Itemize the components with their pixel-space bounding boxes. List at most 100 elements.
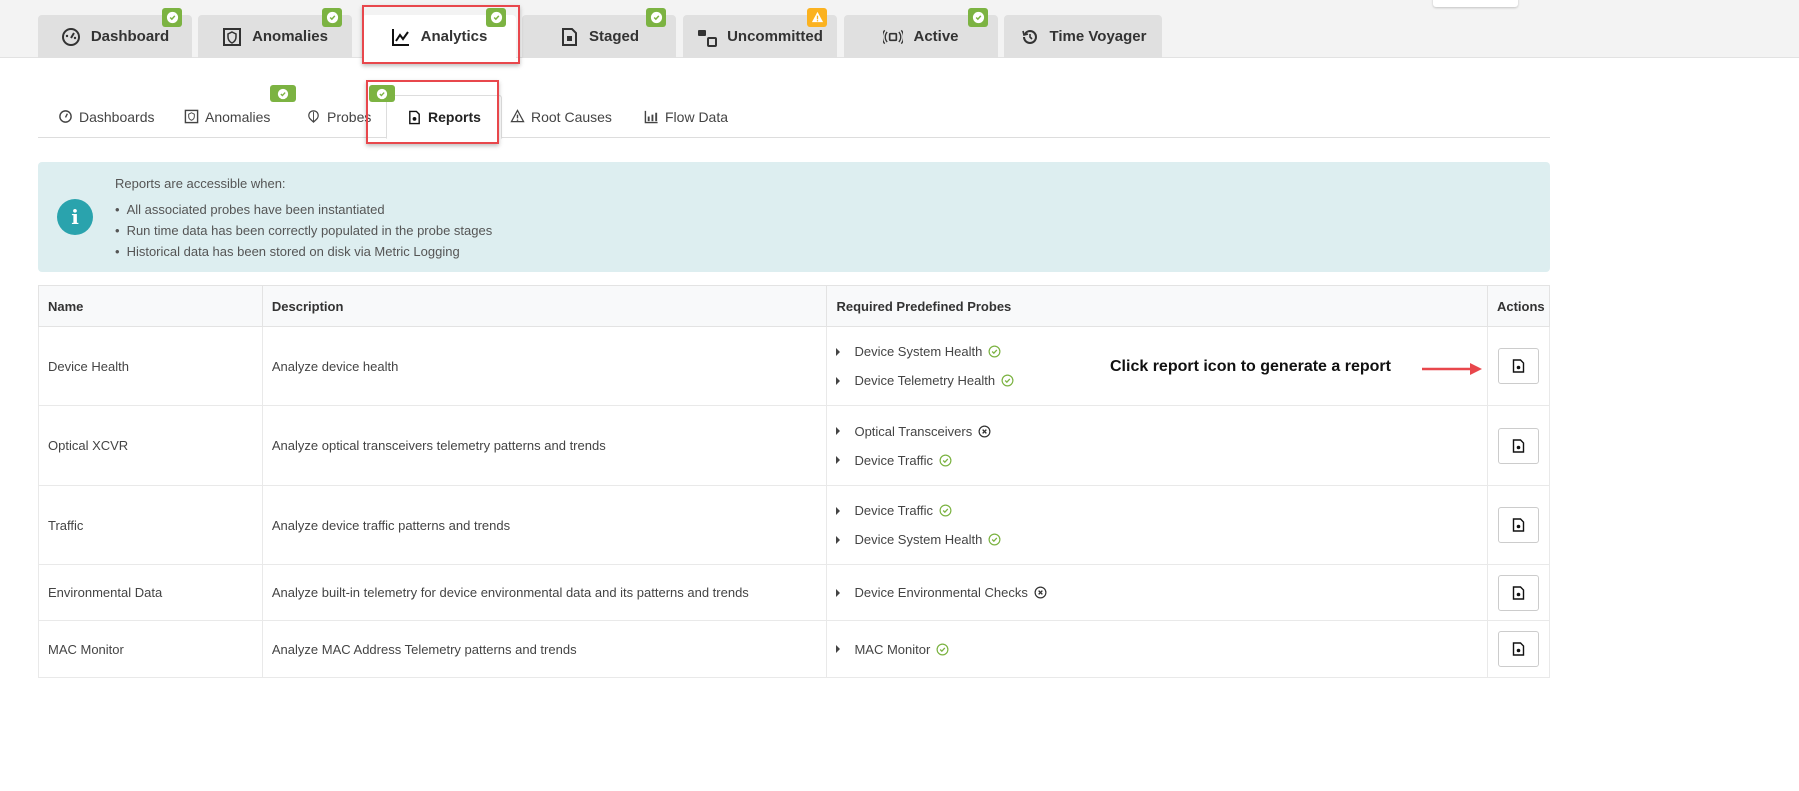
report-description: Analyze built-in telemetry for device en… [261, 564, 828, 621]
history-icon [1020, 27, 1040, 47]
annotation-arrow-icon [1422, 363, 1482, 375]
generate-report-button[interactable] [1497, 427, 1539, 464]
probe-name: Device Telemetry Health [854, 373, 996, 388]
required-probes: Optical Transceivers Device Traffic [826, 405, 1488, 486]
anomalies-shield-icon [222, 27, 242, 47]
tab-active[interactable]: Active [844, 8, 998, 58]
expand-caret-icon[interactable] [836, 506, 841, 515]
column-header-description[interactable]: Description [261, 285, 828, 327]
check-badge-icon [486, 8, 506, 27]
generate-report-button[interactable] [1497, 631, 1539, 667]
status-missing-icon [1034, 586, 1047, 599]
expand-caret-icon[interactable] [836, 376, 841, 385]
status-ok-icon [936, 643, 949, 656]
probe-item[interactable]: Device System Health [836, 525, 1487, 554]
probe-name: Device Environmental Checks [854, 585, 1028, 600]
probe-name: Device Traffic [854, 503, 933, 518]
status-missing-icon [978, 425, 991, 438]
required-probes: Device Environmental Checks [826, 564, 1488, 621]
expand-caret-icon[interactable] [836, 427, 841, 435]
status-ok-icon [988, 533, 1001, 546]
probe-item[interactable]: Device Traffic [836, 446, 1487, 475]
subtab-anomalies[interactable]: Anomalies [184, 95, 270, 138]
status-ok-icon [939, 454, 952, 467]
info-item: All associated probes have been instanti… [115, 202, 492, 223]
probe-name: MAC Monitor [854, 641, 931, 657]
tab-label: Staged [588, 28, 639, 45]
uncommitted-boxes-icon [697, 27, 718, 47]
flow-data-icon [644, 109, 659, 124]
analytics-subtabs: Dashboards Anomalies Probes Reports Root… [38, 85, 1550, 139]
tab-label: Dashboard [90, 28, 170, 45]
subtab-flow-data[interactable]: Flow Data [644, 95, 728, 138]
info-title: Reports are accessible when: [115, 176, 286, 191]
generate-report-button[interactable] [1497, 348, 1539, 384]
probe-item[interactable]: Optical Transceivers [836, 417, 1487, 446]
report-icon [1512, 585, 1525, 600]
actions-cell [1486, 620, 1551, 678]
subtab-label: Probes [327, 108, 372, 125]
tab-label: Time Voyager [1049, 28, 1147, 45]
subtab-root-causes[interactable]: Root Causes [510, 95, 612, 138]
tab-dashboard[interactable]: Dashboard [38, 8, 192, 58]
report-description: Analyze optical transceivers telemetry p… [261, 405, 828, 486]
probe-name: Optical Transceivers [854, 423, 973, 439]
info-icon: i [57, 199, 93, 235]
subtab-probes[interactable]: Probes [306, 95, 371, 138]
probe-name: Device System Health [854, 344, 983, 359]
expand-caret-icon[interactable] [836, 347, 841, 356]
probe-item[interactable]: MAC Monitor [836, 635, 1487, 664]
expand-caret-icon[interactable] [836, 535, 841, 544]
report-icon [1512, 642, 1525, 656]
subtab-label: Reports [428, 109, 481, 125]
generate-report-button[interactable] [1497, 574, 1539, 611]
probe-name: Device System Health [854, 532, 983, 547]
subtab-label: Dashboards [79, 108, 155, 125]
info-banner: i Reports are accessible when: All assoc… [38, 162, 1550, 272]
tab-label: Uncommitted [727, 28, 823, 45]
expand-caret-icon[interactable] [836, 588, 841, 597]
status-ok-icon [988, 345, 1001, 358]
info-item: Historical data has been stored on disk … [115, 244, 492, 265]
column-header-probes[interactable]: Required Predefined Probes [826, 285, 1488, 327]
anomalies-icon [184, 109, 199, 124]
status-ok-icon [1001, 374, 1014, 387]
subtab-dashboards[interactable]: Dashboards [58, 95, 155, 138]
report-name: MAC Monitor [38, 620, 263, 678]
check-badge-icon [968, 8, 988, 27]
expand-caret-icon[interactable] [836, 645, 841, 653]
report-description: Analyze MAC Address Telemetry patterns a… [261, 620, 828, 678]
status-ok-icon [939, 504, 952, 517]
check-badge-icon [369, 85, 395, 102]
actions-cell [1486, 326, 1551, 406]
tab-uncommitted[interactable]: Uncommitted [683, 8, 837, 58]
table-row: MAC Monitor Analyze MAC Address Telemetr… [38, 620, 1551, 678]
warning-badge-icon [807, 8, 827, 27]
column-header-name[interactable]: Name [38, 285, 263, 327]
subtab-label: Anomalies [205, 108, 271, 125]
check-badge-icon [646, 8, 666, 27]
tab-label: Analytics [420, 28, 488, 45]
generate-report-button[interactable] [1497, 507, 1539, 543]
top-right-control[interactable] [1433, 0, 1518, 7]
subtab-reports[interactable]: Reports [386, 95, 502, 139]
probe-item[interactable]: Device Traffic [836, 496, 1487, 525]
expand-caret-icon[interactable] [836, 456, 841, 464]
tab-anomalies[interactable]: Anomalies [198, 8, 352, 58]
tab-time-voyager[interactable]: Time Voyager [1004, 15, 1162, 58]
tab-staged[interactable]: Staged [522, 8, 676, 58]
root-causes-icon [510, 109, 525, 124]
tab-analytics[interactable]: Analytics [362, 8, 516, 58]
report-name: Traffic [38, 485, 263, 565]
table-row: Traffic Analyze device traffic patterns … [38, 485, 1551, 565]
actions-cell [1486, 485, 1551, 565]
actions-cell [1486, 405, 1551, 486]
analytics-chart-icon [391, 27, 411, 47]
probe-item[interactable]: Device Environmental Checks [836, 578, 1487, 607]
check-badge-icon [270, 85, 296, 102]
staged-file-icon [559, 27, 579, 47]
subtab-label: Flow Data [665, 108, 729, 125]
annotation-text: Click report icon to generate a report [1110, 358, 1391, 375]
report-description: Analyze device health [261, 326, 828, 406]
probes-icon [306, 109, 321, 124]
